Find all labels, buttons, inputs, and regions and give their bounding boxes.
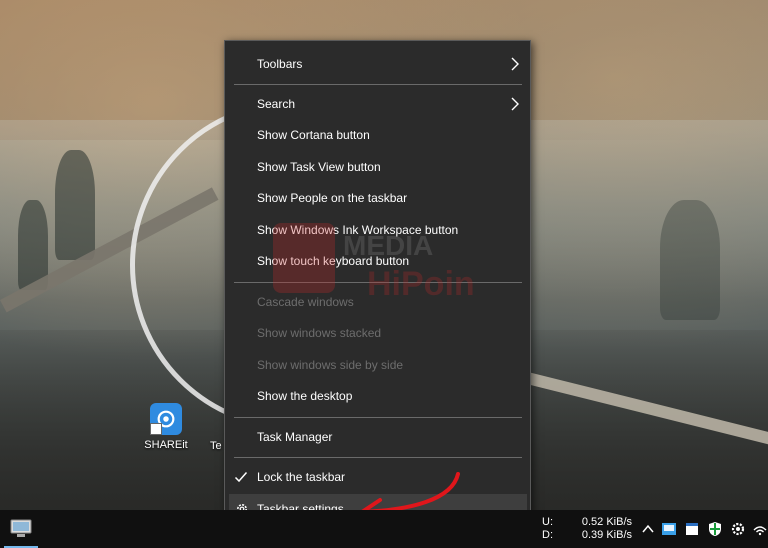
taskbar: U: 0.52 KiB/s D: 0.39 KiB/s <box>0 510 768 548</box>
menu-item-label: Show Task View button <box>257 160 381 174</box>
menu-item-label: Show the desktop <box>257 389 353 403</box>
menu-item-label: Toolbars <box>257 57 303 71</box>
menu-separator <box>234 84 522 85</box>
menu-item-label: Lock the taskbar <box>257 470 346 484</box>
shareit-icon <box>150 403 182 435</box>
watermark-logo: MEDIA HiPoin <box>273 223 475 303</box>
gear-icon[interactable] <box>730 521 746 537</box>
download-value: 0.39 KiB/s <box>581 529 632 541</box>
upload-label: U: <box>542 516 553 528</box>
download-label: D: <box>542 529 553 541</box>
menu-separator <box>234 417 522 418</box>
wifi-icon[interactable] <box>752 521 768 537</box>
desktop-icon-label: SHAREit <box>144 439 188 451</box>
desktop-icon-shareit[interactable]: SHAREit <box>138 403 194 451</box>
menu-item-task-manager[interactable]: Task Manager <box>225 422 530 452</box>
upload-value: 0.52 KiB/s <box>581 516 632 528</box>
tree-shape <box>55 150 95 260</box>
menu-item-label: Show windows side by side <box>257 358 404 372</box>
watermark-text: MEDIA <box>343 230 433 261</box>
network-speed-monitor[interactable]: U: 0.52 KiB/s D: 0.39 KiB/s <box>542 516 632 542</box>
menu-item-label: Show Cortana button <box>257 128 370 142</box>
menu-item-show-task-view[interactable]: Show Task View button <box>225 152 530 182</box>
menu-item-windows-stacked: Show windows stacked <box>225 318 530 348</box>
taskbar-app-button[interactable] <box>0 510 42 548</box>
menu-item-show-desktop[interactable]: Show the desktop <box>225 381 530 411</box>
computer-icon <box>10 519 32 537</box>
menu-separator <box>234 457 522 458</box>
menu-item-windows-side-by-side: Show windows side by side <box>225 350 530 380</box>
desktop-icon-label[interactable]: Te <box>210 440 222 452</box>
chevron-right-icon <box>511 57 519 71</box>
watermark-text: HiPoin <box>367 265 475 303</box>
chevron-up-icon[interactable] <box>640 521 656 537</box>
chevron-right-icon <box>511 97 519 111</box>
menu-item-label: Show windows stacked <box>257 326 382 340</box>
menu-item-show-cortana[interactable]: Show Cortana button <box>225 120 530 150</box>
window-icon[interactable] <box>684 521 700 537</box>
shield-icon[interactable] <box>707 521 723 537</box>
menu-item-label: Task Manager <box>257 430 333 444</box>
app-icon[interactable] <box>661 521 677 537</box>
menu-item-show-people[interactable]: Show People on the taskbar <box>225 183 530 213</box>
tree-shape <box>660 200 720 320</box>
shortcut-arrow-icon <box>150 423 162 435</box>
menu-item-label: Show People on the taskbar <box>257 191 408 205</box>
checkmark-icon <box>234 472 248 483</box>
menu-item-toolbars[interactable]: Toolbars <box>225 49 530 79</box>
menu-item-search[interactable]: Search <box>225 89 530 119</box>
menu-item-label: Search <box>257 97 296 111</box>
